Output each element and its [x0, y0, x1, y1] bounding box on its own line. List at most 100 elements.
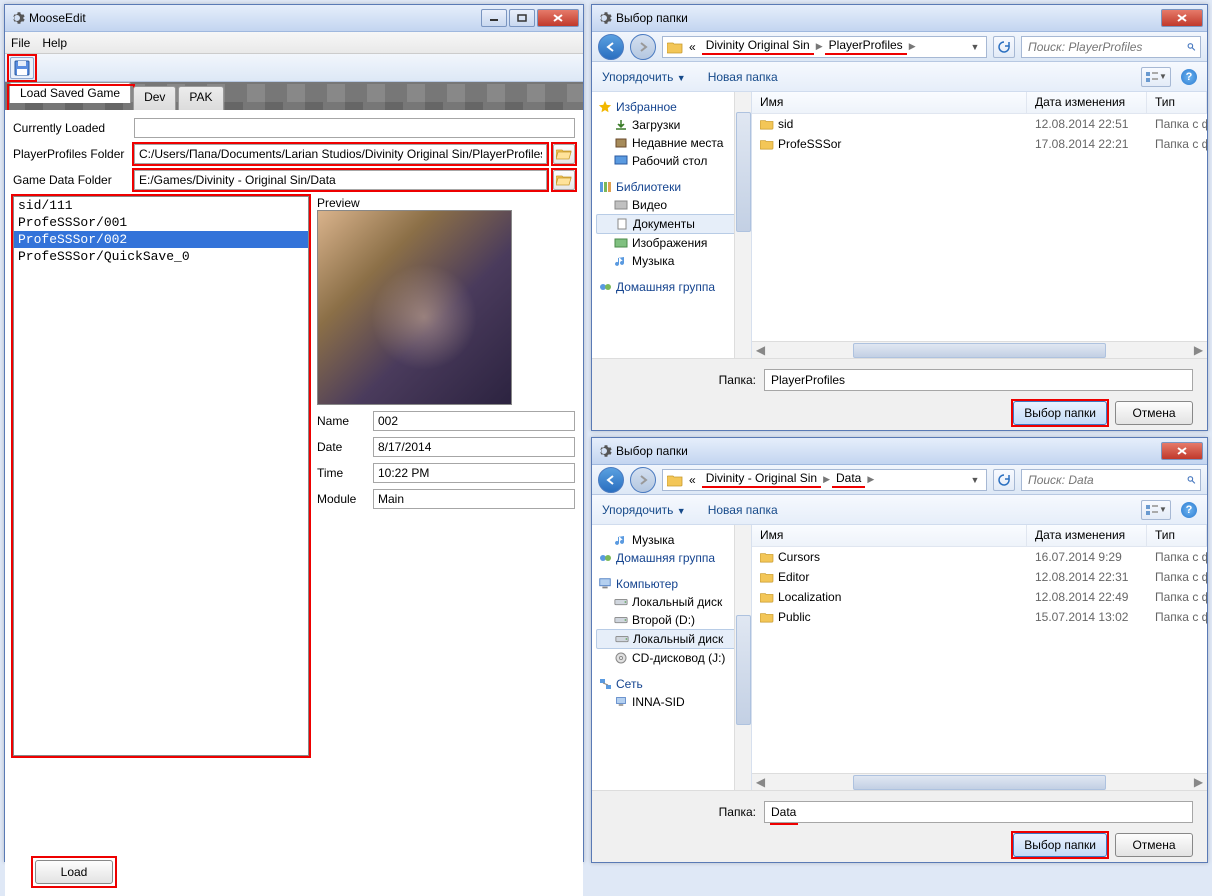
file-rows[interactable]: Cursors16.07.2014 9:29Папка с ф Editor12… [752, 547, 1207, 773]
tree-video[interactable]: Видео [596, 196, 747, 214]
titlebar[interactable]: Выбор папки [592, 5, 1207, 32]
col-date[interactable]: Дата изменения [1027, 92, 1147, 113]
forward-button[interactable] [630, 467, 656, 493]
search-input[interactable] [1026, 472, 1187, 488]
crumb-dropdown[interactable]: ▼ [968, 475, 982, 485]
titlebar[interactable]: Выбор папки [592, 438, 1207, 465]
tab-dev[interactable]: Dev [133, 86, 176, 110]
file-row[interactable]: Cursors16.07.2014 9:29Папка с ф [752, 547, 1207, 567]
search-box[interactable] [1021, 36, 1201, 58]
date-input[interactable] [373, 437, 575, 457]
search-input[interactable] [1026, 39, 1187, 55]
tree-view[interactable]: Избранное Загрузки Недавние места Рабочи… [592, 92, 752, 358]
refresh-button[interactable] [993, 469, 1015, 491]
tree-scrollbar[interactable] [734, 525, 751, 790]
help-button[interactable]: ? [1181, 502, 1197, 518]
crumb-pre[interactable]: « [685, 473, 700, 487]
save-list[interactable]: sid/111 ProfeSSSor/001 ProfeSSSor/002 Pr… [13, 196, 309, 756]
cancel-button[interactable]: Отмена [1115, 833, 1193, 857]
save-button[interactable] [10, 57, 34, 79]
help-button[interactable]: ? [1181, 69, 1197, 85]
tree-desktop[interactable]: Рабочий стол [596, 152, 747, 170]
col-name[interactable]: Имя [752, 92, 1027, 113]
file-row[interactable]: Public15.07.2014 13:02Папка с ф [752, 607, 1207, 627]
tree-net-inna[interactable]: INNA-SID [596, 693, 747, 711]
tree-recent[interactable]: Недавние места [596, 134, 747, 152]
menu-file[interactable]: File [11, 36, 30, 50]
breadcrumb[interactable]: « Divinity - Original Sin ▶ Data ▶ ▼ [662, 469, 987, 491]
titlebar[interactable]: MooseEdit [5, 5, 583, 32]
organize-button[interactable]: Упорядочить ▼ [602, 70, 686, 84]
browse-game-data-button[interactable] [553, 170, 575, 190]
col-type[interactable]: Тип [1147, 92, 1207, 113]
currently-loaded-input[interactable] [134, 118, 575, 138]
player-profiles-input[interactable] [134, 144, 547, 164]
tree-homegroup[interactable]: Домашняя группа [596, 278, 747, 296]
maximize-button[interactable] [509, 9, 535, 27]
file-row[interactable]: ProfeSSSor 17.08.2014 22:21Папка с ф [752, 134, 1207, 154]
select-folder-button[interactable]: Выбор папки [1013, 833, 1107, 857]
cancel-button[interactable]: Отмена [1115, 401, 1193, 425]
menu-help[interactable]: Help [42, 36, 67, 50]
file-rows[interactable]: sid 12.08.2014 22:51Папка с ф ProfeSSSor… [752, 114, 1207, 341]
col-type[interactable]: Тип [1147, 525, 1207, 546]
tree-drive-e[interactable]: Локальный диск [596, 629, 747, 649]
crumb-2[interactable]: Data [832, 471, 865, 488]
module-input[interactable] [373, 489, 575, 509]
search-box[interactable] [1021, 469, 1201, 491]
h-scrollbar[interactable]: ◀▶ [752, 773, 1207, 790]
tab-load-saved-game[interactable]: Load Saved Game [9, 82, 131, 103]
view-button[interactable]: ▼ [1141, 67, 1171, 87]
load-button[interactable]: Load [35, 860, 113, 884]
tree-favorites[interactable]: Избранное [596, 98, 747, 116]
view-button[interactable]: ▼ [1141, 500, 1171, 520]
name-input[interactable] [373, 411, 575, 431]
columns-header[interactable]: Имя Дата изменения Тип [752, 92, 1207, 114]
crumb-1[interactable]: Divinity - Original Sin [702, 471, 821, 488]
game-data-input[interactable] [134, 170, 547, 190]
new-folder-button[interactable]: Новая папка [708, 503, 778, 517]
tree-scrollbar[interactable] [734, 92, 751, 358]
tree-network[interactable]: Сеть [596, 675, 747, 693]
tree-downloads[interactable]: Загрузки [596, 116, 747, 134]
back-button[interactable] [598, 467, 624, 493]
breadcrumb[interactable]: « Divinity Original Sin ▶ PlayerProfiles… [662, 36, 987, 58]
file-row[interactable]: Editor12.08.2014 22:31Папка с ф [752, 567, 1207, 587]
minimize-button[interactable] [481, 9, 507, 27]
crumb-1[interactable]: Divinity Original Sin [702, 38, 814, 55]
tree-computer[interactable]: Компьютер [596, 575, 747, 593]
col-date[interactable]: Дата изменения [1027, 525, 1147, 546]
organize-button[interactable]: Упорядочить ▼ [602, 503, 686, 517]
crumb-2[interactable]: PlayerProfiles [825, 38, 907, 55]
list-item[interactable]: ProfeSSSor/QuickSave_0 [14, 248, 308, 265]
col-name[interactable]: Имя [752, 525, 1027, 546]
list-item[interactable]: ProfeSSSor/001 [14, 214, 308, 231]
tab-pak[interactable]: PAK [178, 86, 223, 110]
close-button[interactable] [537, 9, 579, 27]
tree-cd-drive[interactable]: CD-дисковод (J:) [596, 649, 747, 667]
list-item[interactable]: sid/111 [14, 197, 308, 214]
tree-drive-d[interactable]: Второй (D:) [596, 611, 747, 629]
crumb-dropdown[interactable]: ▼ [968, 42, 982, 52]
close-button[interactable] [1161, 9, 1203, 27]
tree-homegroup[interactable]: Домашняя группа [596, 549, 747, 567]
tree-drive-c[interactable]: Локальный диск [596, 593, 747, 611]
tree-view[interactable]: Музыка Домашняя группа Компьютер Локальн… [592, 525, 752, 790]
browse-player-profiles-button[interactable] [553, 144, 575, 164]
forward-button[interactable] [630, 34, 656, 60]
list-item-selected[interactable]: ProfeSSSor/002 [14, 231, 308, 248]
refresh-button[interactable] [993, 36, 1015, 58]
tree-music[interactable]: Музыка [596, 531, 747, 549]
back-button[interactable] [598, 34, 624, 60]
new-folder-button[interactable]: Новая папка [708, 70, 778, 84]
columns-header[interactable]: Имя Дата изменения Тип [752, 525, 1207, 547]
close-button[interactable] [1161, 442, 1203, 460]
h-scrollbar[interactable]: ◀▶ [752, 341, 1207, 358]
file-row[interactable]: sid 12.08.2014 22:51Папка с ф [752, 114, 1207, 134]
select-folder-button[interactable]: Выбор папки [1013, 401, 1107, 425]
tree-documents[interactable]: Документы [596, 214, 747, 234]
tree-music[interactable]: Музыка [596, 252, 747, 270]
file-row[interactable]: Localization12.08.2014 22:49Папка с ф [752, 587, 1207, 607]
tree-libraries[interactable]: Библиотеки [596, 178, 747, 196]
folder-input[interactable] [764, 801, 1193, 823]
